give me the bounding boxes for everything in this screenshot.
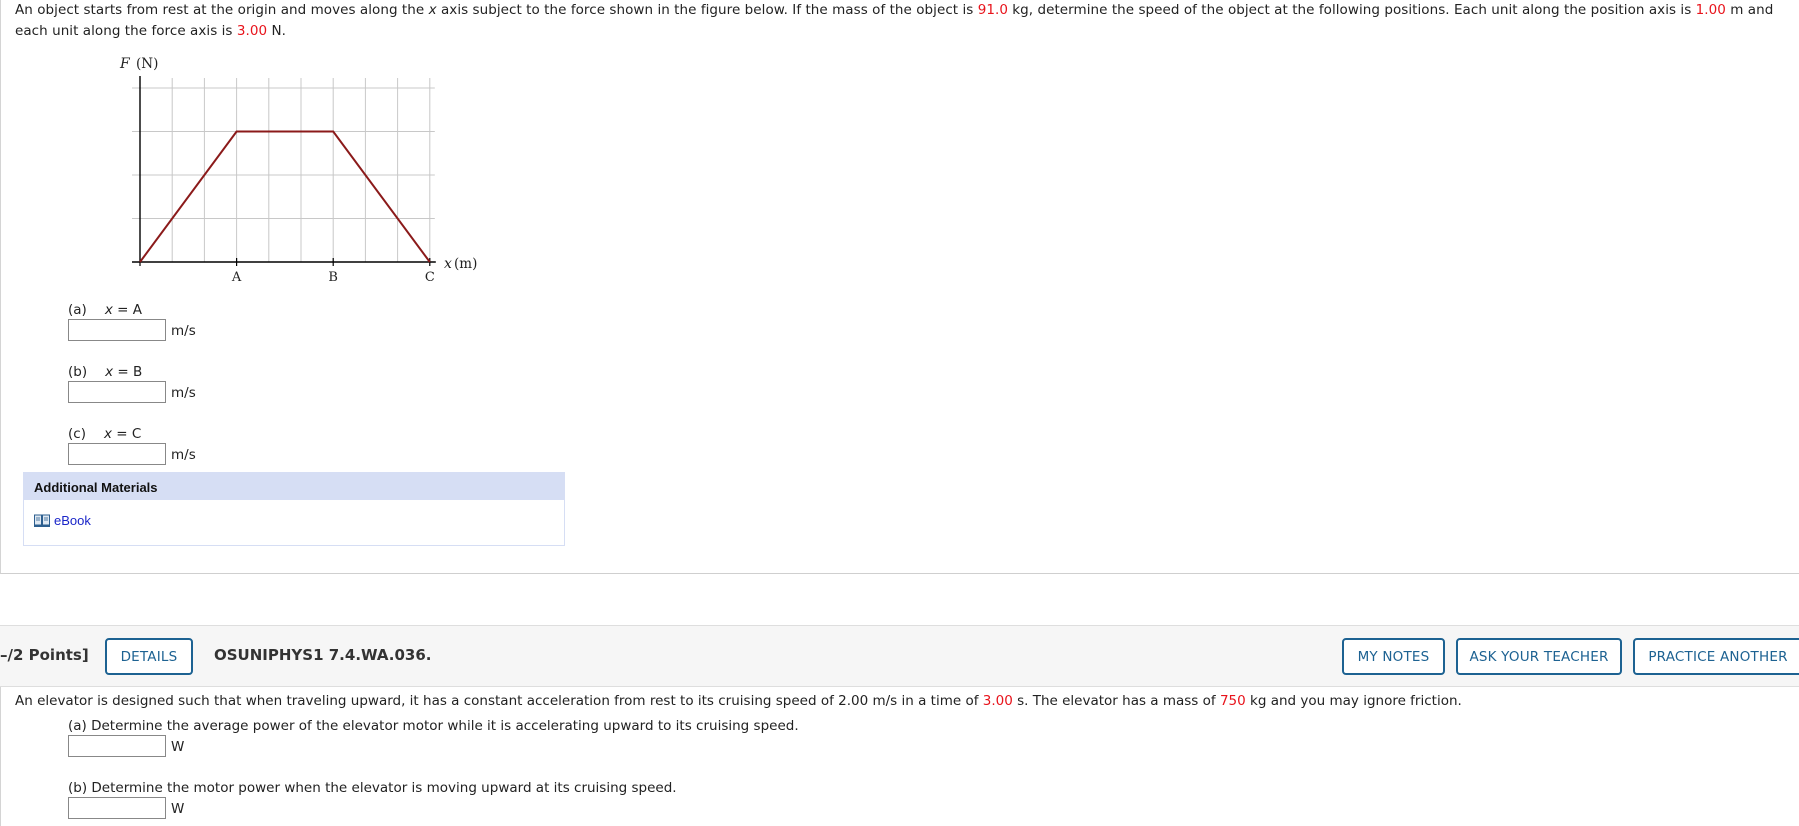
time-value: 3.00 [982,693,1013,709]
question-2-header: –/2 Points] DETAILS OSUNIPHYS1 7.4.WA.03… [0,625,1799,687]
prompt-text: An elevator is designed such that when t… [15,693,983,709]
part-var: x [105,364,114,380]
part-b-label: (b) x = B [68,364,142,380]
q2-answer-input-a[interactable] [68,735,166,757]
x-axis-label-var: x [444,256,452,272]
force-line [139,130,431,263]
ebook-label: eBook [54,513,91,528]
part-eq: = C [111,426,142,442]
book-icon [34,514,50,527]
answer-input-c[interactable] [68,443,166,465]
part-eq: = A [112,302,142,318]
y-axis-label-var: F [119,56,131,72]
ask-your-teacher-button[interactable]: ASK YOUR TEACHER [1456,638,1622,675]
unit-label-c: m/s [171,447,196,463]
axes [132,76,436,266]
q2-unit-label-a: W [171,739,185,755]
ebook-link[interactable]: eBook [34,513,91,528]
question-2-panel: An elevator is designed such that when t… [0,687,1799,826]
prompt-text: s. The elevator has a mass of [1012,693,1220,709]
practice-another-button[interactable]: PRACTICE ANOTHER [1633,638,1799,675]
answer-input-a[interactable] [68,319,166,341]
additional-materials-box: Additional Materials eBook [23,472,565,546]
answer-input-b[interactable] [68,381,166,403]
points-label: –/2 Points] [0,646,89,664]
q2-answer-input-b[interactable] [68,797,166,819]
part-letter: (c) [68,426,86,442]
series-lines [139,130,431,263]
part-var: x [103,426,112,442]
prompt-text: kg and you may ignore friction. [1245,693,1462,709]
mass-value: 91.0 [977,2,1008,18]
mass-value: 750 [1219,693,1246,709]
unit-label-a: m/s [171,323,196,339]
additional-materials-title: Additional Materials [24,473,564,500]
x-axis-label-unit: (m) [454,256,477,272]
part-letter: (a) [68,302,87,318]
question-2-prompt: An elevator is designed such that when t… [15,691,1462,712]
x-unit-value: 1.00 [1695,2,1726,18]
prompt-text: kg, determine the speed of the object at… [1007,2,1696,18]
x-tick-label-a: A [231,270,242,285]
q2-unit-label-b: W [171,801,185,817]
x-tick-label-c: C [425,270,435,285]
tick-labels: A B C [231,270,435,285]
q2-part-b-label: (b) Determine the motor power when the e… [68,780,677,796]
x-tick-label-b: B [328,270,338,285]
part-var: x [104,302,113,318]
part-c-label: (c) x = C [68,426,141,442]
unit-label-b: m/s [171,385,196,401]
my-notes-button[interactable]: MY NOTES [1342,638,1445,675]
part-eq: = B [113,364,143,380]
force-position-graph: A B C F (N) x (m) [119,56,477,285]
q2-part-a-label: (a) Determine the average power of the e… [68,718,799,734]
grid-lines [132,78,435,262]
part-letter: (b) [68,364,88,380]
part-a-label: (a) x = A [68,302,142,318]
details-button[interactable]: DETAILS [105,638,193,675]
question-id: OSUNIPHYS1 7.4.WA.036. [214,646,432,664]
question-1-panel: An object starts from rest at the origin… [0,0,1799,574]
y-axis-label-unit: (N) [136,56,158,72]
